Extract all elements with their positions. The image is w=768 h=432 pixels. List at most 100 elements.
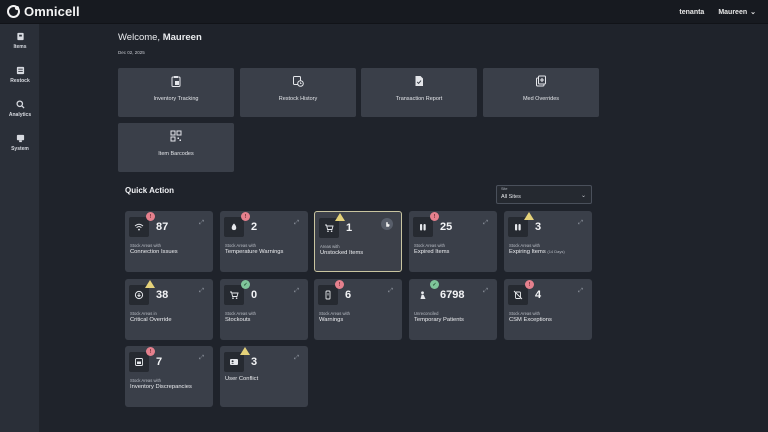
brand-name: Omnicell xyxy=(24,4,80,19)
expand-icon[interactable]: ⤢ xyxy=(483,288,488,295)
sidebar-item-label: Restock xyxy=(10,78,30,84)
ok-badge: ✓ xyxy=(430,280,439,289)
chevron-down-icon: ⌄ xyxy=(580,193,586,199)
sidebar-item-system[interactable]: System xyxy=(0,126,40,160)
tile-label: Med Overrides xyxy=(522,96,560,102)
card-title: Temperature Warnings xyxy=(225,249,284,255)
site-select-value: All Sites xyxy=(501,194,521,200)
card-icon-box xyxy=(413,285,433,305)
card-warnings[interactable]: ! 6 ⤢ Stock Areas with Warnings xyxy=(314,279,402,340)
card-critical-override[interactable]: 38 ⤢ Stock Areas in Critical Override xyxy=(125,279,213,340)
card-inventory-discrepancies[interactable]: ! 7 ⤢ Stock Areas with Inventory Discrep… xyxy=(125,346,213,407)
card-title: Unstocked Items xyxy=(320,250,364,256)
cart-icon xyxy=(230,291,239,299)
vials-icon xyxy=(420,224,426,231)
card-count: 38 xyxy=(156,289,169,301)
expand-icon[interactable]: ⤢ xyxy=(483,220,488,227)
card-subtitle: Stock Areas with xyxy=(509,243,540,248)
card-subtitle: Stock Areas with xyxy=(225,243,256,248)
omnicell-logo[interactable]: Omnicell xyxy=(7,4,80,19)
expand-icon[interactable]: ⤢ xyxy=(199,220,204,227)
chevron-down-icon: ⌄ xyxy=(750,9,756,16)
card-unstocked-items[interactable]: 1 Areas with Unstocked Items xyxy=(314,211,402,272)
report-icon xyxy=(415,76,423,86)
card-icon-box xyxy=(129,352,149,372)
card-count: 0 xyxy=(251,289,258,301)
tile-label: Restock History xyxy=(278,96,318,102)
alert-badge: ! xyxy=(146,212,155,221)
card-temporary-patients[interactable]: ✓ 6798 ⤢ Unreconciled Temporary Patients xyxy=(409,279,497,340)
sidebar-item-label: Items xyxy=(13,44,27,50)
user-conflict-icon xyxy=(230,359,238,365)
tile-transaction-report[interactable]: Transaction Report xyxy=(361,68,477,117)
cart-icon xyxy=(325,224,334,232)
card-subtitle: Areas with xyxy=(320,244,340,249)
expand-icon[interactable]: ⤢ xyxy=(388,288,393,295)
current-date: Dec 02, 2025 xyxy=(118,50,145,55)
card-icon-box xyxy=(224,285,244,305)
card-subtitle: Unreconciled xyxy=(414,311,439,316)
temperature-icon xyxy=(231,223,237,231)
user-menu-button[interactable]: Maureen ⌄ xyxy=(718,8,756,17)
site-select[interactable]: Site All Sites ⌄ xyxy=(496,185,592,204)
sidebar-item-label: System xyxy=(11,146,29,152)
expand-icon[interactable]: ⤢ xyxy=(294,288,299,295)
expand-icon[interactable]: ⤢ xyxy=(294,220,299,227)
sidebar-item-label: Analytics xyxy=(8,112,32,118)
card-count: 2 xyxy=(251,221,258,233)
welcome-prefix: Welcome, xyxy=(118,32,161,43)
expand-icon[interactable]: ⤢ xyxy=(199,288,204,295)
card-icon-box xyxy=(508,285,528,305)
card-title: Connection Issues xyxy=(130,249,178,255)
card-connection-issues[interactable]: ! 87 ⤢ Stock Areas with Connection Issue… xyxy=(125,211,213,272)
card-stockouts[interactable]: ✓ 0 ⤢ Stock Areas with Stockouts xyxy=(220,279,308,340)
barcode-icon xyxy=(170,130,182,142)
card-icon-box xyxy=(129,217,149,237)
card-expiring-items[interactable]: 3 ⤢ Stock Areas with Expiring Items (14 … xyxy=(504,211,592,272)
patient-icon xyxy=(420,291,426,299)
card-icon-box xyxy=(318,285,338,305)
card-subtitle: Stock Areas with xyxy=(130,243,161,248)
card-expired-items[interactable]: ! 25 ⤢ Stock Areas with Expired Items xyxy=(409,211,497,272)
system-icon xyxy=(16,134,24,143)
card-icon-box xyxy=(319,218,339,238)
tile-label: Transaction Report xyxy=(395,96,443,102)
card-title: Critical Override xyxy=(130,317,172,323)
expand-icon[interactable]: ⤢ xyxy=(578,288,583,295)
site-select-label: Site xyxy=(501,187,508,191)
expand-icon[interactable]: ⤢ xyxy=(578,220,583,227)
card-csm-exceptions[interactable]: ! 4 ⤢ Stock Areas with CSM Exceptions xyxy=(504,279,592,340)
sidebar-item-restock[interactable]: Restock xyxy=(0,58,40,92)
tile-item-barcodes[interactable]: Item Barcodes xyxy=(118,123,234,172)
tile-restock-history[interactable]: Restock History xyxy=(240,68,356,117)
warning-icon xyxy=(524,212,534,220)
card-icon-box xyxy=(224,217,244,237)
sidebar-item-analytics[interactable]: Analytics xyxy=(0,92,40,126)
omnicell-logo-icon xyxy=(7,5,20,18)
hand-pointer-icon[interactable] xyxy=(381,218,393,230)
card-count: 6798 xyxy=(440,289,465,301)
card-temperature-warnings[interactable]: ! 2 ⤢ Stock Areas with Temperature Warni… xyxy=(220,211,308,272)
alert-badge: ! xyxy=(146,347,155,356)
med-override-icon xyxy=(536,75,546,87)
card-icon-box xyxy=(224,352,244,372)
tile-med-overrides[interactable]: Med Overrides xyxy=(483,68,599,117)
card-user-conflict[interactable]: 3 ⤢ User Conflict xyxy=(220,346,308,407)
card-title-text: Expiring Items xyxy=(509,249,546,255)
card-count: 4 xyxy=(535,289,542,301)
card-count: 7 xyxy=(156,356,163,368)
sidebar-item-items[interactable]: Items xyxy=(0,24,40,58)
card-title: User Conflict xyxy=(225,376,259,382)
expand-icon[interactable]: ⤢ xyxy=(199,355,204,362)
expand-icon[interactable]: ⤢ xyxy=(294,355,299,362)
discrepancy-icon xyxy=(135,358,143,366)
alert-badge: ! xyxy=(525,280,534,289)
warning-icon xyxy=(240,347,250,355)
wifi-icon xyxy=(134,223,144,231)
tile-inventory-tracking[interactable]: Inventory Tracking xyxy=(118,68,234,117)
top-bar: Omnicell tenanta Maureen ⌄ xyxy=(0,0,768,24)
card-count: 3 xyxy=(251,356,258,368)
quick-action-title: Quick Action xyxy=(125,186,175,195)
card-count: 6 xyxy=(345,289,352,301)
main-content: Welcome, Maureen Dec 02, 2025 Inventory … xyxy=(40,24,768,432)
